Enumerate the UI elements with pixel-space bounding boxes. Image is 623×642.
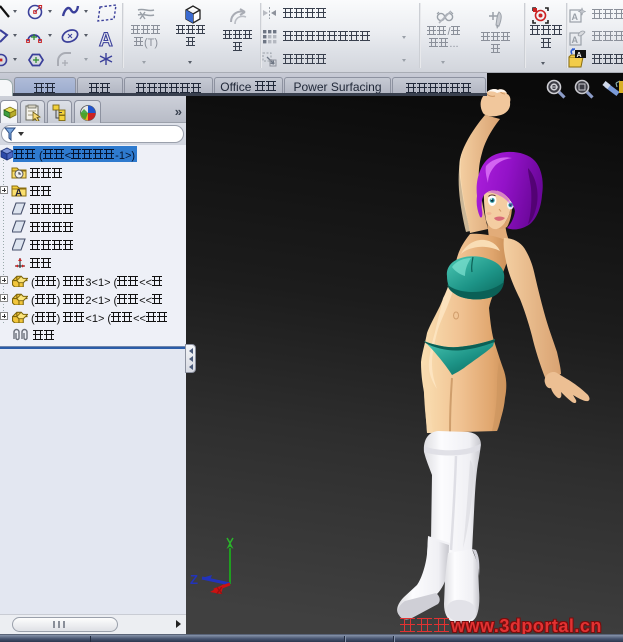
svg-text:A: A — [572, 35, 579, 45]
svg-text:A: A — [572, 12, 579, 22]
svg-text:A: A — [99, 30, 113, 51]
svg-text:X: X — [216, 586, 223, 594]
svg-text:A: A — [15, 188, 22, 197]
svg-text:A: A — [577, 52, 582, 59]
svg-text:Z: Z — [190, 572, 198, 587]
